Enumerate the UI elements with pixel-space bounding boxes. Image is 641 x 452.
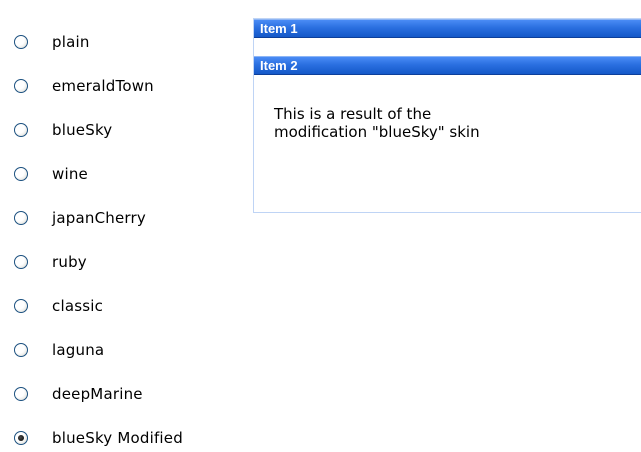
- skin-option-label[interactable]: deepMarine: [52, 385, 143, 403]
- radio-unchecked-icon[interactable]: [14, 343, 28, 357]
- panel-bar: Item 1 Item 2 This is a result of the mo…: [253, 18, 641, 213]
- panel-header-item-2[interactable]: Item 2: [254, 56, 641, 75]
- radio-unchecked-icon[interactable]: [14, 211, 28, 225]
- panel-content-line: modification "blueSky" skin: [274, 123, 480, 141]
- radio-checked-icon[interactable]: [14, 431, 28, 445]
- panel-content-line: This is a result of the: [274, 105, 432, 123]
- radio-unchecked-icon[interactable]: [14, 79, 28, 93]
- panel-content-item-2: This is a result of the modification "bl…: [274, 105, 634, 141]
- radio-unchecked-icon[interactable]: [14, 35, 28, 49]
- radio-unchecked-icon[interactable]: [14, 299, 28, 313]
- skin-option-label[interactable]: blueSky: [52, 121, 112, 139]
- skin-option-label[interactable]: japanCherry: [52, 209, 146, 227]
- skin-option-label[interactable]: wine: [52, 165, 88, 183]
- skin-option-label[interactable]: blueSky Modified: [52, 429, 183, 447]
- skin-option-label[interactable]: plain: [52, 33, 90, 51]
- skin-option-label[interactable]: classic: [52, 297, 103, 315]
- radio-unchecked-icon[interactable]: [14, 387, 28, 401]
- radio-unchecked-icon[interactable]: [14, 167, 28, 181]
- radio-unchecked-icon[interactable]: [14, 255, 28, 269]
- skin-option-label[interactable]: ruby: [52, 253, 87, 271]
- skin-option-label[interactable]: laguna: [52, 341, 104, 359]
- radio-unchecked-icon[interactable]: [14, 123, 28, 137]
- panel-header-item-1[interactable]: Item 1: [254, 19, 641, 38]
- skin-option-label[interactable]: emeraldTown: [52, 77, 154, 95]
